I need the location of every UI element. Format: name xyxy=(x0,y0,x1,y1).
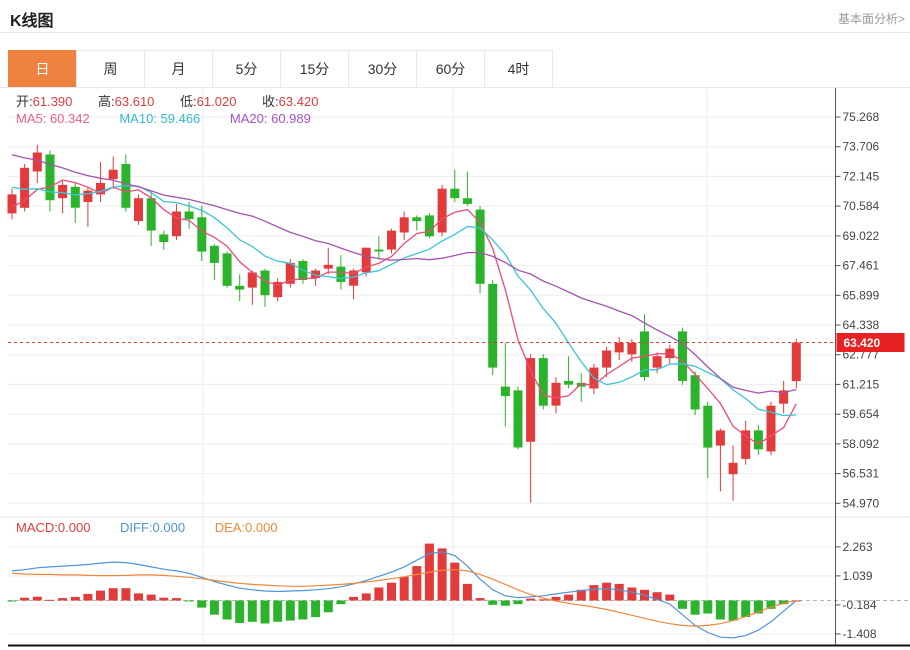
svg-text:64.338: 64.338 xyxy=(843,318,880,332)
kline-chart-canvas[interactable]: 75.268 73.706 72.145 70.584 69.022 67.461 65.8… xyxy=(0,0,910,650)
svg-text:54.970: 54.970 xyxy=(843,496,880,510)
svg-text:70.584: 70.584 xyxy=(843,199,880,213)
svg-text:58.092: 58.092 xyxy=(843,437,880,451)
svg-text:56.531: 56.531 xyxy=(843,467,880,481)
svg-text:61.215: 61.215 xyxy=(843,377,880,391)
svg-text:2.263: 2.263 xyxy=(843,540,873,554)
svg-text:63.420: 63.420 xyxy=(844,336,881,350)
svg-text:-1.408: -1.408 xyxy=(843,627,877,641)
svg-text:1.039: 1.039 xyxy=(843,569,873,583)
svg-text:72.145: 72.145 xyxy=(843,169,880,183)
svg-text:59.654: 59.654 xyxy=(843,407,880,421)
svg-text:75.268: 75.268 xyxy=(843,110,880,124)
kline-page: K线图 基本面分析> 日 周 月 5分 15分 30分 60分 4时 75.26… xyxy=(0,0,910,650)
svg-text:69.022: 69.022 xyxy=(843,229,880,243)
svg-text:73.706: 73.706 xyxy=(843,140,880,154)
svg-text:67.461: 67.461 xyxy=(843,259,880,273)
svg-text:65.899: 65.899 xyxy=(843,288,880,302)
